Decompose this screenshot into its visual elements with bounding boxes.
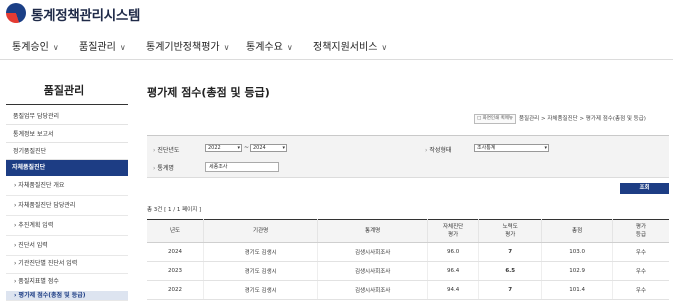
cell-effort-eval: 6.5 [478, 261, 542, 281]
result-count: 총 3건 [ 1 / 1 페이지 ] [147, 207, 202, 213]
global-nav: 통계승인 ∨ 품질관리 ∨ 통계기반정책평가 ∨ 통계수요 ∨ 정책지원서비스 ∨ [0, 30, 673, 60]
chevron-down-icon: ∨ [119, 43, 126, 52]
column-header-effort-eval: 노력도 평가 [478, 219, 542, 243]
gnb-item-policy-eval[interactable]: 통계기반정책평가 ∨ [146, 38, 229, 53]
gnb-item-support[interactable]: 정책지원서비스 ∨ [313, 38, 387, 53]
stat-name-label: 통계명 [153, 163, 174, 172]
cell-year: 2024 [147, 242, 204, 262]
chevron-down-icon: ∨ [381, 43, 388, 52]
sidebar-sub-eval-score[interactable]: › 평가제 점수(총점 및 등급) [6, 291, 128, 301]
gnb-item-demand[interactable]: 통계수요 ∨ [246, 38, 293, 53]
sidebar-sub-agency-report[interactable]: › 기관진단별 진단서 입력 [6, 254, 128, 274]
gnb-label: 품질관리 [79, 42, 116, 53]
sidebar-sub-staff[interactable]: › 자체품질진단 담당관리 [6, 196, 128, 216]
column-header-agency: 기관명 [203, 219, 318, 243]
gnb-label: 통계기반정책평가 [146, 42, 220, 53]
year-to-value: 2024 [253, 145, 266, 151]
year-label: 진단년도 [153, 145, 179, 154]
top-header: 통계정책관리시스템 [0, 0, 673, 30]
range-tilde: ~ [244, 144, 250, 151]
chevron-down-icon: ▾ [237, 145, 240, 151]
print-button[interactable]: □ 화면인쇄 퀵메뉴 [474, 114, 516, 124]
chevron-down-icon: ∨ [223, 43, 230, 52]
cell-total: 102.9 [541, 261, 613, 281]
column-header-grade: 평가 등급 [611, 219, 669, 243]
search-button[interactable]: 조회 [620, 183, 669, 194]
cell-total: 101.4 [541, 280, 613, 300]
form-type-select[interactable]: 조사통계 ▾ [474, 144, 549, 152]
cell-grade: 우수 [611, 242, 669, 262]
sidebar-sub-overview[interactable]: › 자체품질진단 개요 [6, 176, 128, 196]
form-type-value: 조사통계 [477, 145, 496, 151]
table-header-row: 년도 기관명 통계명 자체진단 평가 노력도 평가 총점 평가 등급 [147, 219, 669, 243]
page-title: 평가제 점수(총점 및 등급) [147, 86, 270, 99]
sidebar-item-quality-staff[interactable]: 품질업무 담당관리 [6, 108, 128, 125]
cell-grade: 우수 [611, 280, 669, 300]
cell-grade: 우수 [611, 261, 669, 281]
sidebar-title: 품질관리 [43, 84, 85, 97]
cell-stat-name: 김생시사회조사 [317, 242, 428, 262]
chevron-down-icon: ▾ [282, 145, 285, 151]
gnb-label: 통계수요 [246, 42, 283, 53]
cell-total: 103.0 [541, 242, 613, 262]
cell-self-eval: 96.0 [427, 242, 479, 262]
cell-stat-name: 김생시사회조사 [317, 280, 428, 300]
cell-agency: 경기도 김생시 [203, 280, 318, 300]
cell-year: 2022 [147, 280, 204, 300]
sidebar-sub-plan-input[interactable]: › 추진계획 입력 [6, 216, 128, 236]
cell-effort-eval: 7 [478, 280, 542, 300]
gnb-label: 통계승인 [12, 42, 49, 53]
column-header-total: 총점 [541, 219, 613, 243]
sidebar-item-stat-report[interactable]: 통계정보 보고서 [6, 126, 128, 143]
sidebar-sub-report-input[interactable]: › 진단서 입력 [6, 236, 128, 256]
column-header-year: 년도 [147, 219, 204, 243]
score-table: 년도 기관명 통계명 자체진단 평가 노력도 평가 총점 평가 등급 2024 … [147, 219, 669, 300]
chevron-down-icon: ▾ [544, 145, 547, 151]
cell-year: 2023 [147, 261, 204, 281]
stat-name-input[interactable]: 세종조사 [205, 162, 279, 172]
gnb-item-quality[interactable]: 품질관리 ∨ [79, 38, 126, 53]
form-type-label: 작성형태 [425, 145, 451, 154]
year-from-value: 2022 [208, 145, 221, 151]
gnb-label: 정책지원서비스 [313, 42, 378, 53]
year-from-select[interactable]: 2022 ▾ [205, 144, 242, 152]
gnb-item-approval[interactable]: 통계승인 ∨ [12, 38, 59, 53]
government-emblem-icon[interactable] [6, 3, 26, 23]
cell-stat-name: 김생시사회조사 [317, 261, 428, 281]
chevron-down-icon: ∨ [286, 43, 293, 52]
sidebar-divider [6, 104, 128, 105]
breadcrumb: 품질관리 > 자체품질진단 > 평가제 점수(총점 및 등급) [519, 116, 646, 122]
table-row[interactable]: 2024 경기도 김생시 김생시사회조사 96.0 7 103.0 우수 [147, 242, 669, 262]
cell-agency: 경기도 김생시 [203, 261, 318, 281]
column-header-stat-name: 통계명 [317, 219, 428, 243]
cell-self-eval: 94.4 [427, 280, 479, 300]
chevron-down-icon: ∨ [52, 43, 59, 52]
cell-self-eval: 96.4 [427, 261, 479, 281]
cell-agency: 경기도 김생시 [203, 242, 318, 262]
sidebar-item-self-diagnosis[interactable]: 자체품질진단 [6, 160, 128, 176]
column-header-self-eval: 자체진단 평가 [427, 219, 479, 243]
table-row[interactable]: 2022 경기도 김생시 김생시사회조사 94.4 7 101.4 우수 [147, 280, 669, 300]
sidebar-item-regular-diagnosis[interactable]: 정기품질진단 [6, 143, 128, 160]
table-row[interactable]: 2023 경기도 김생시 김생시사회조사 96.4 6.5 102.9 우수 [147, 261, 669, 281]
site-logo-text[interactable]: 통계정책관리시스템 [31, 4, 140, 24]
sidebar-sub-indicator-score[interactable]: › 품질지표별 점수 [6, 272, 128, 292]
year-to-select[interactable]: 2024 ▾ [250, 144, 287, 152]
search-panel: 진단년도 2022 ▾ ~ 2024 ▾ 작성형태 조사통계 ▾ 통계명 세종조사 [147, 135, 669, 178]
cell-effort-eval: 7 [478, 242, 542, 262]
